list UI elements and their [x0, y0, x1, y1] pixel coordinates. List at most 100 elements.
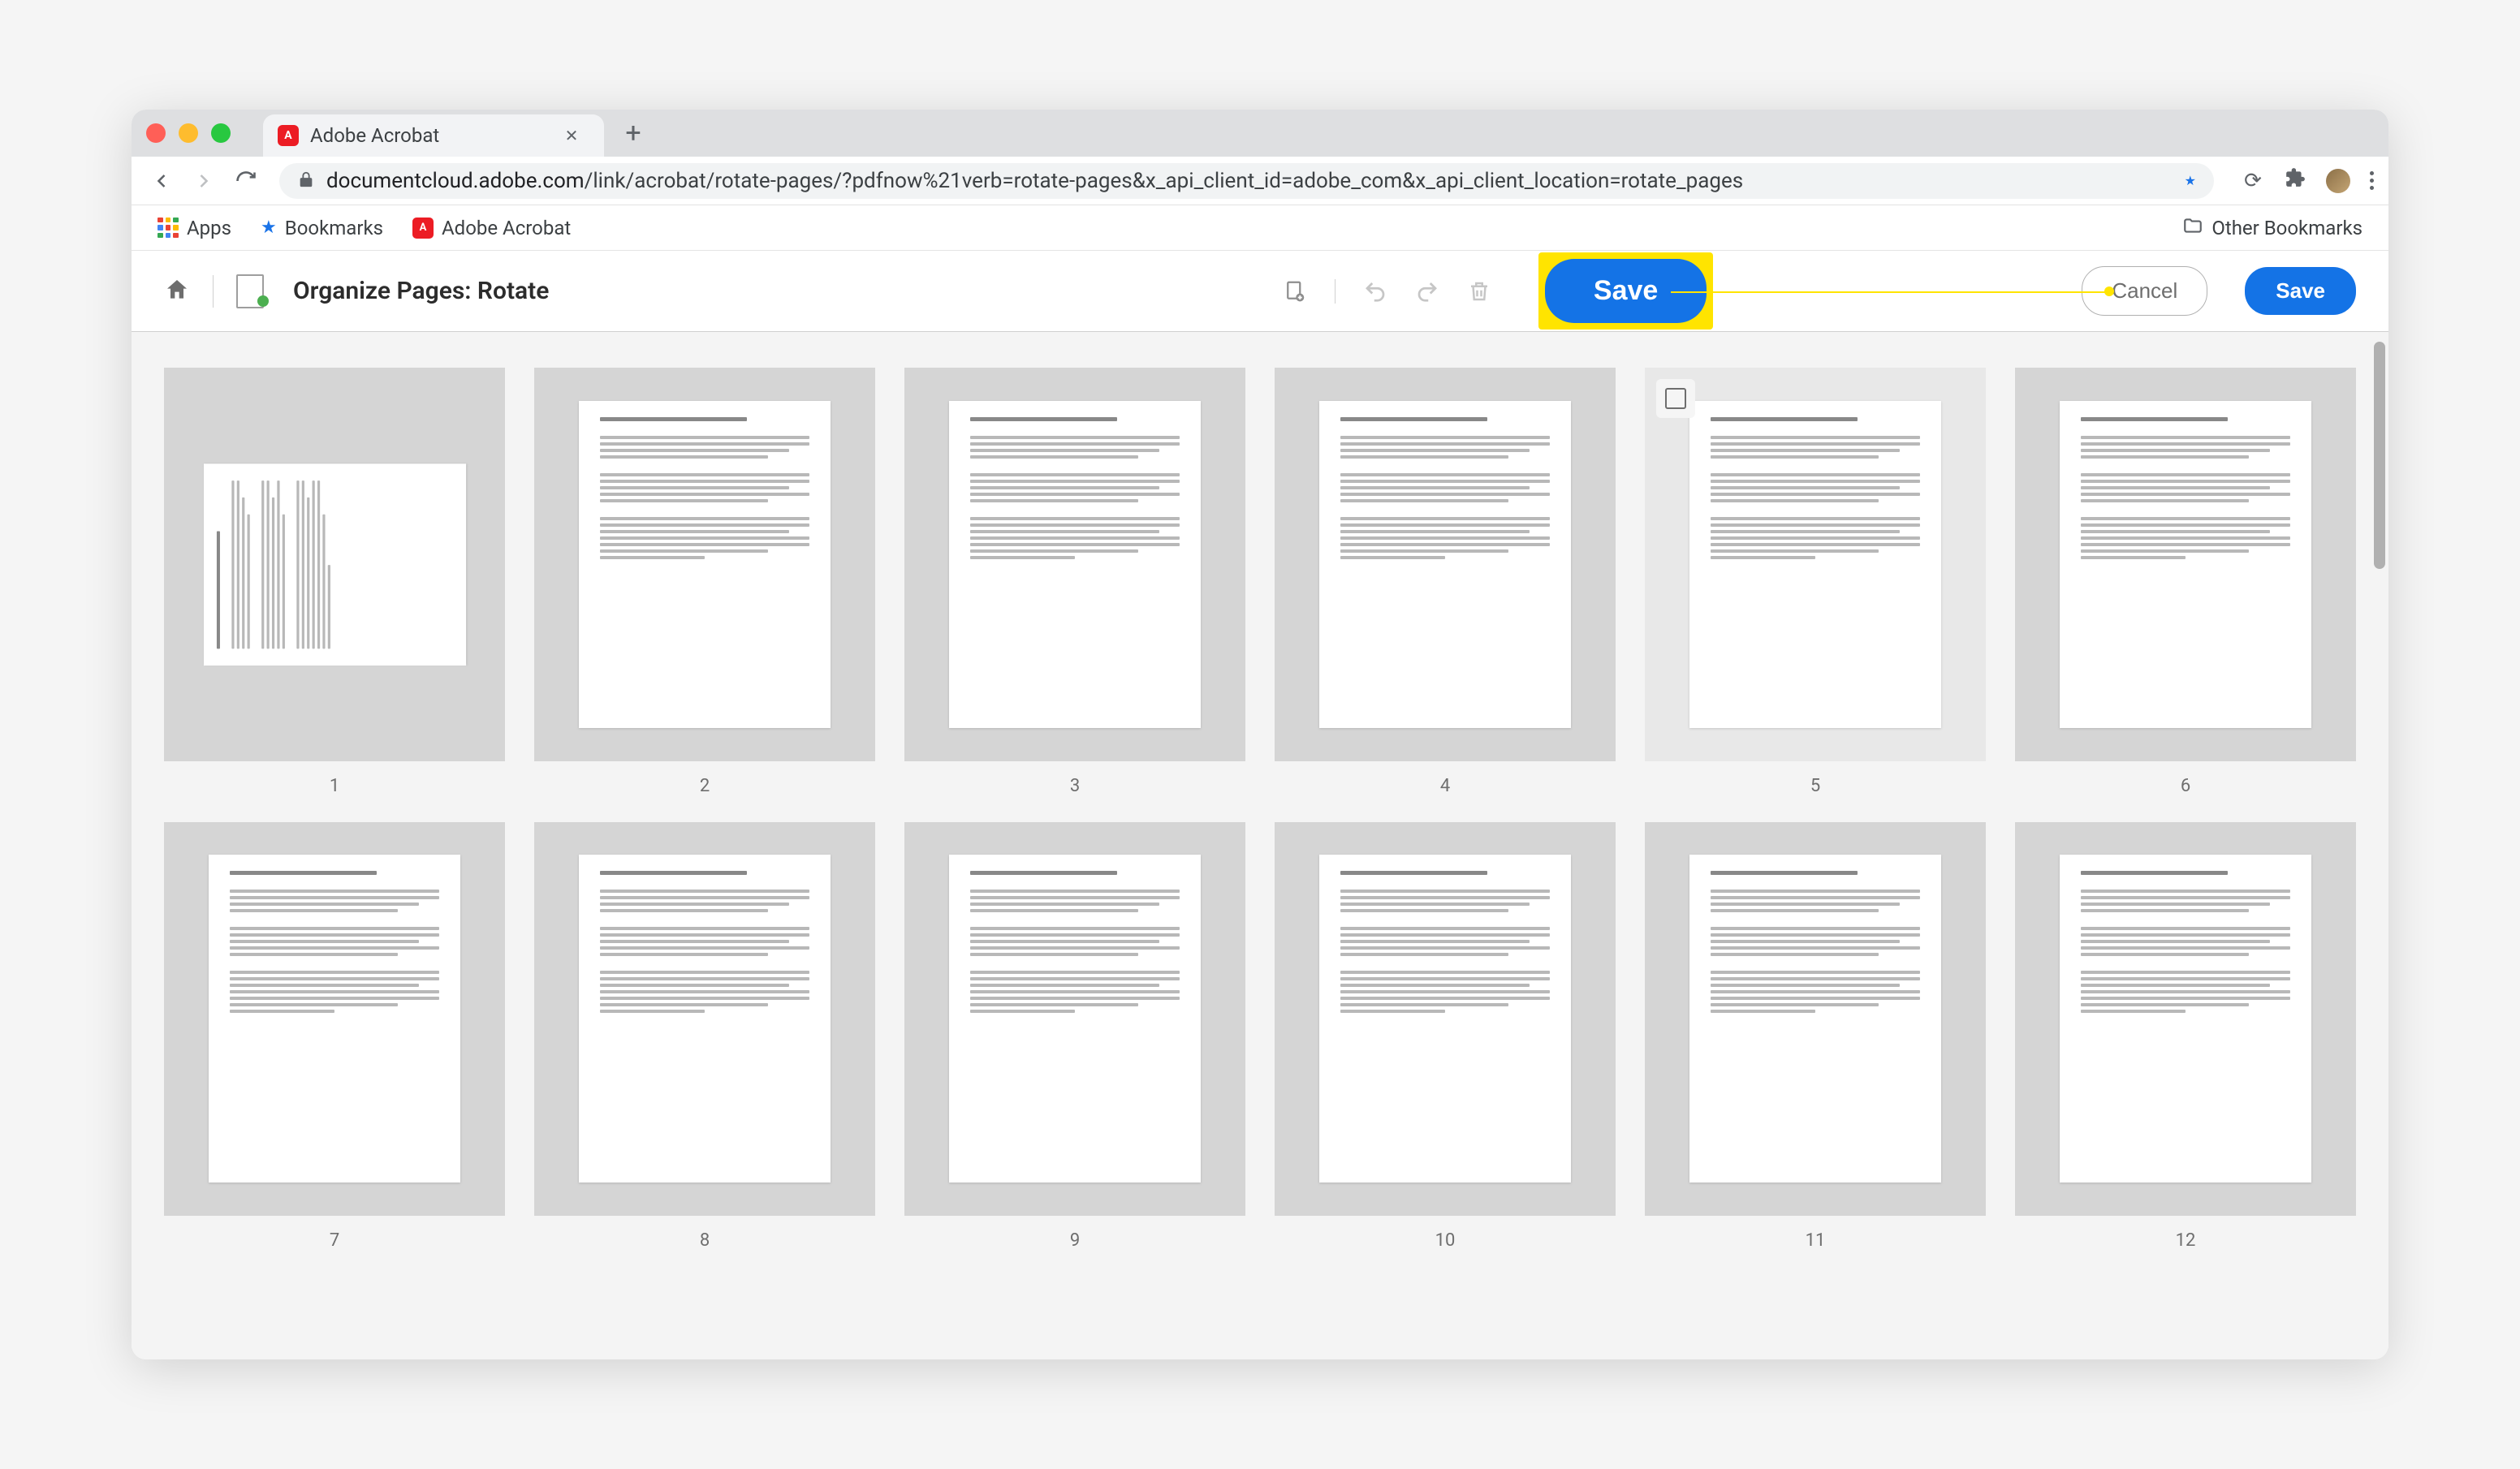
page-thumbnail[interactable] — [1645, 368, 1986, 761]
reload-button[interactable] — [231, 166, 261, 196]
apps-grid-icon — [158, 218, 179, 239]
page-sheet — [204, 463, 466, 666]
acrobat-icon: A — [412, 218, 434, 239]
page-cell: 9 — [904, 822, 1245, 1251]
back-button[interactable] — [146, 166, 177, 196]
save-button[interactable]: Save — [2245, 267, 2356, 315]
page-thumbnail[interactable] — [904, 822, 1245, 1216]
browser-tab[interactable]: A Adobe Acrobat ✕ — [263, 114, 604, 157]
redo-icon[interactable] — [1415, 279, 1439, 304]
page-grid-area[interactable]: 1 2 3 4 — [132, 332, 2388, 1359]
bookmark-star-icon[interactable]: ★ — [2185, 173, 2196, 188]
annotation-dot — [2104, 286, 2114, 296]
tab-close-icon[interactable]: ✕ — [562, 126, 581, 145]
page-sheet — [1319, 401, 1572, 729]
browser-menu-icon[interactable] — [2370, 171, 2374, 190]
page-cell: 3 — [904, 368, 1245, 796]
page-number: 6 — [2181, 776, 2190, 796]
page-thumbnail[interactable] — [1275, 368, 1616, 761]
window-controls — [146, 123, 231, 143]
page-sheet — [579, 855, 831, 1183]
window-maximize[interactable] — [211, 123, 231, 143]
divider — [1335, 279, 1336, 304]
page-title: Organize Pages: Rotate — [293, 277, 549, 305]
page-cell: 4 — [1275, 368, 1616, 796]
bookmarks-bar: Apps ★ Bookmarks A Adobe Acrobat Other B… — [132, 205, 2388, 251]
url-text: documentcloud.adobe.com/link/acrobat/rot… — [326, 169, 1743, 193]
refresh-extension-icon[interactable]: ⟳ — [2242, 169, 2264, 193]
page-thumbnail[interactable] — [1645, 822, 1986, 1216]
window-close[interactable] — [146, 123, 166, 143]
apps-label: Apps — [187, 217, 231, 239]
page-cell: 7 — [164, 822, 505, 1251]
extension-icons: ⟳ — [2242, 167, 2374, 194]
page-number: 4 — [1440, 776, 1450, 796]
page-number: 8 — [700, 1230, 710, 1251]
acrobat-bookmark-label: Adobe Acrobat — [442, 217, 571, 239]
adobe-acrobat-bookmark[interactable]: A Adobe Acrobat — [401, 212, 582, 244]
page-number: 10 — [1435, 1230, 1456, 1251]
app-toolbar: Organize Pages: Rotate Save Cancel Save — [132, 251, 2388, 332]
page-cell: 6 — [2015, 368, 2356, 796]
forward-button[interactable] — [188, 166, 219, 196]
page-sheet — [949, 855, 1202, 1183]
page-number: 2 — [700, 776, 710, 796]
other-bookmarks[interactable]: Other Bookmarks — [2171, 210, 2374, 246]
apps-shortcut[interactable]: Apps — [146, 212, 243, 244]
page-cell: 1 — [164, 368, 505, 796]
page-sheet — [579, 401, 831, 729]
new-tab-button[interactable]: + — [617, 117, 649, 149]
page-cell: 10 — [1275, 822, 1616, 1251]
window-minimize[interactable] — [179, 123, 198, 143]
delete-icon[interactable] — [1467, 279, 1491, 304]
undo-icon[interactable] — [1363, 279, 1387, 304]
star-icon: ★ — [261, 218, 277, 238]
page-cell: 5 — [1645, 368, 1986, 796]
document-icon — [236, 274, 270, 308]
page-number: 5 — [1810, 776, 1820, 796]
bookmarks-label: Bookmarks — [285, 217, 383, 239]
divider — [213, 275, 214, 308]
page-thumbnail[interactable] — [1275, 822, 1616, 1216]
profile-avatar[interactable] — [2326, 169, 2350, 193]
page-thumbnail[interactable] — [164, 822, 505, 1216]
page-thumbnail[interactable] — [534, 822, 875, 1216]
page-number: 1 — [330, 776, 339, 796]
page-number: 7 — [330, 1230, 339, 1251]
browser-tabbar: A Adobe Acrobat ✕ + — [132, 110, 2388, 157]
page-cell: 2 — [534, 368, 875, 796]
tab-title: Adobe Acrobat — [310, 124, 439, 147]
folder-icon — [2182, 215, 2203, 241]
page-thumbnail[interactable] — [164, 368, 505, 761]
bookmarks-shortcut[interactable]: ★ Bookmarks — [249, 212, 395, 244]
page-sheet — [209, 855, 461, 1183]
page-select-checkbox[interactable] — [1656, 379, 1695, 418]
page-thumbnail[interactable] — [2015, 368, 2356, 761]
page-cell: 8 — [534, 822, 875, 1251]
page-sheet — [2060, 855, 2312, 1183]
page-sheet — [949, 401, 1202, 729]
insert-page-icon[interactable] — [1283, 279, 1307, 304]
extensions-puzzle-icon[interactable] — [2284, 167, 2306, 194]
annotation-line — [1671, 291, 2108, 293]
page-cell: 11 — [1645, 822, 1986, 1251]
other-bookmarks-label: Other Bookmarks — [2211, 217, 2362, 239]
browser-window: A Adobe Acrobat ✕ + documentcloud.adobe.… — [132, 110, 2388, 1359]
page-sheet — [2060, 401, 2312, 729]
page-number: 11 — [1806, 1230, 1826, 1251]
page-thumbnail[interactable] — [534, 368, 875, 761]
scrollbar-thumb[interactable] — [2374, 342, 2385, 569]
home-button[interactable] — [164, 277, 190, 306]
browser-address-bar: documentcloud.adobe.com/link/acrobat/rot… — [132, 157, 2388, 205]
tool-icons — [1283, 279, 1491, 304]
page-thumbnail[interactable] — [2015, 822, 2356, 1216]
url-field[interactable]: documentcloud.adobe.com/link/acrobat/rot… — [279, 163, 2214, 199]
scrollbar[interactable] — [2374, 342, 2385, 796]
acrobat-favicon: A — [278, 125, 299, 146]
page-sheet — [1319, 855, 1572, 1183]
page-number: 9 — [1070, 1230, 1080, 1251]
page-cell: 12 — [2015, 822, 2356, 1251]
page-thumbnail[interactable] — [904, 368, 1245, 761]
page-sheet — [1689, 401, 1942, 729]
page-number: 3 — [1070, 776, 1080, 796]
